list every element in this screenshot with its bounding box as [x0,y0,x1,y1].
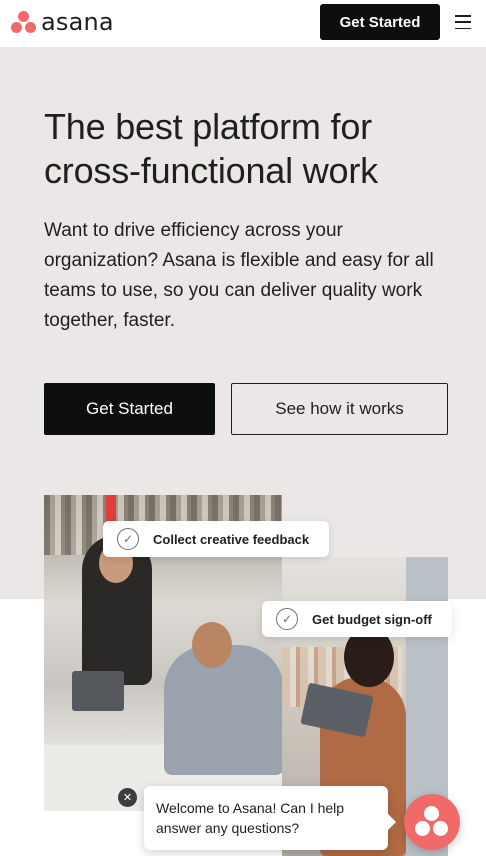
get-started-button[interactable]: Get Started [44,383,215,435]
asana-logo-icon [11,11,37,33]
asana-logo[interactable]: asana [11,10,114,34]
nav-get-started-button[interactable]: Get Started [320,4,440,40]
chat-launcher-button[interactable] [404,794,460,850]
hamburger-menu-icon[interactable] [455,15,471,29]
hero-description: Want to drive efficiency across your org… [44,220,434,331]
task-tag-budget-signoff: ✓ Get budget sign-off [262,601,452,637]
check-circle-icon: ✓ [117,528,139,550]
check-circle-icon: ✓ [276,608,298,630]
task-tag-label: Collect creative feedback [153,531,310,547]
see-how-it-works-button[interactable]: See how it works [231,383,448,435]
hero-title: The best platform for cross-functional w… [44,105,378,193]
hero-title-line-1: The best platform for [44,106,372,147]
chat-close-icon[interactable]: ✕ [118,788,137,807]
logo-wordmark: asana [41,8,114,36]
task-tag-creative-feedback: ✓ Collect creative feedback [103,521,329,557]
chat-launcher-icon [424,806,439,821]
task-tag-label: Get budget sign-off [312,611,432,627]
hero-title-line-2: cross-functional work [44,150,378,191]
top-navbar: asana Get Started [0,0,486,48]
chat-welcome-bubble[interactable]: Welcome to Asana! Can I help answer any … [144,786,396,850]
